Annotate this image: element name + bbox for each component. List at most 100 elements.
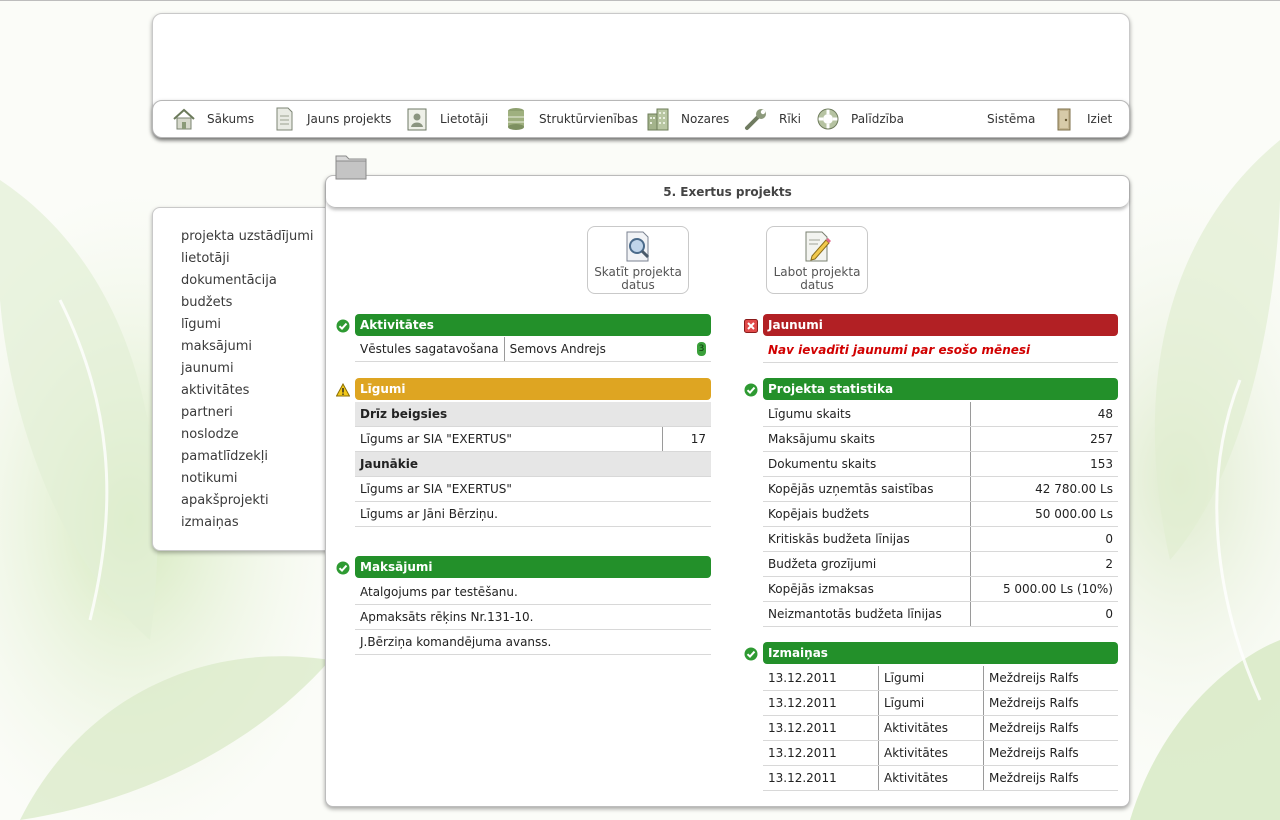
project-sidebar: projekta uzstādījumi lietotāji dokumentā… (152, 207, 344, 551)
activity-user: Semovs Andrejs (504, 337, 687, 362)
stat-label: Kritiskās budžeta līnijas (763, 526, 971, 552)
contracts-soon-label: Drīz beigsies (355, 402, 711, 427)
check-icon (744, 383, 758, 397)
change-date: 13.12.2011 (763, 740, 879, 766)
stat-value: 2 (970, 551, 1118, 577)
project-main-panel: 5. Exertus projekts Skatīt projekta datu… (325, 175, 1130, 807)
nav-sectors[interactable]: Nozares (645, 101, 729, 137)
payment-name: Atalgojums par testēšanu. (355, 580, 711, 605)
nav-users-label: Lietotāji (440, 112, 489, 126)
main-nav: Sākums Jauns projekts Lietotāji Struktūr… (152, 100, 1130, 138)
magnifier-document-icon (621, 230, 655, 264)
nav-sectors-label: Nozares (681, 112, 730, 126)
sidebar-item-documentation[interactable]: dokumentācija (181, 272, 314, 294)
nav-home-label: Sākums (207, 112, 255, 126)
table-row[interactable]: Līgums ar SIA "EXERTUS" (355, 476, 711, 502)
nav-new-project-label: Jauns projekts (307, 112, 392, 126)
change-type: Aktivitātes (878, 740, 984, 766)
table-row[interactable]: Apmaksāts rēķins Nr.131-10. (355, 604, 711, 630)
table-row[interactable]: Līgums ar SIA "EXERTUS" 17 (355, 426, 711, 452)
view-project-button[interactable]: Skatīt projekta datus (587, 226, 689, 294)
nav-home[interactable]: Sākums (171, 101, 254, 137)
sidebar-item-news[interactable]: jaunumi (181, 360, 314, 382)
wrench-icon (743, 106, 769, 132)
change-date: 13.12.2011 (763, 715, 879, 741)
payments-table: Atalgojums par testēšanu. Apmaksāts rēķi… (355, 580, 711, 655)
user-card-icon (404, 106, 430, 132)
nav-system[interactable]: Sistēma (987, 101, 1035, 137)
contract-name: Līgums ar SIA "EXERTUS" (355, 426, 663, 452)
table-row: Kopējais budžets 50 000.00 Ls (763, 501, 1118, 527)
table-row: Kritiskās budžeta līnijas 0 (763, 526, 1118, 552)
nav-system-label: Sistēma (987, 112, 1036, 126)
stat-value: 42 780.00 Ls (970, 476, 1118, 502)
table-row[interactable]: 13.12.2011 Aktivitātes Meždreijs Ralfs (763, 765, 1118, 791)
change-user: Meždreijs Ralfs (983, 740, 1118, 766)
contracts-newest-heading: Jaunākie (355, 451, 711, 477)
stat-label: Kopējās izmaksas (763, 576, 971, 602)
sidebar-item-subprojects[interactable]: apakšprojekti (181, 492, 314, 514)
top-border-line (0, 0, 1280, 1)
contract-days: 17 (662, 426, 711, 452)
folder-icon (335, 152, 367, 180)
activities-header[interactable]: Aktivitātes (355, 314, 711, 336)
table-row[interactable]: 13.12.2011 Aktivitātes Meždreijs Ralfs (763, 740, 1118, 766)
sidebar-item-budget[interactable]: budžets (181, 294, 314, 316)
nav-departments-label: Struktūrvienības (539, 112, 639, 126)
nav-departments[interactable]: Struktūrvienības (503, 101, 638, 137)
contracts-table: Drīz beigsies Līgums ar SIA "EXERTUS" 17… (355, 402, 711, 527)
contract-name: Līgums ar SIA "EXERTUS" (355, 476, 711, 502)
nav-help[interactable]: Palīdzība (815, 101, 904, 137)
door-icon (1051, 106, 1077, 132)
table-row[interactable]: Līgums ar Jāni Bērziņu. (355, 501, 711, 527)
sidebar-item-assets[interactable]: pamatlīdzekļi (181, 448, 314, 470)
change-date: 13.12.2011 (763, 765, 879, 791)
change-type: Līgumi (878, 690, 984, 716)
payments-header[interactable]: Maksājumi (355, 556, 711, 578)
sidebar-item-contracts[interactable]: līgumi (181, 316, 314, 338)
sidebar-item-changes[interactable]: izmaiņas (181, 514, 314, 536)
error-icon (744, 319, 758, 333)
stat-label: Dokumentu skaits (763, 451, 971, 477)
table-row[interactable]: 13.12.2011 Aktivitātes Meždreijs Ralfs (763, 715, 1118, 741)
document-icon (271, 106, 297, 132)
sidebar-item-payments[interactable]: maksājumi (181, 338, 314, 360)
check-icon (336, 319, 350, 333)
sidebar-item-workload[interactable]: noslodze (181, 426, 314, 448)
table-row[interactable]: Vēstules sagatavošana Semovs Andrejs 3 (355, 337, 711, 362)
activity-count-badge: 3 (697, 342, 706, 357)
nav-help-label: Palīdzība (851, 112, 904, 126)
table-row[interactable]: 13.12.2011 Līgumi Meždreijs Ralfs (763, 666, 1118, 691)
nav-users[interactable]: Lietotāji (404, 101, 488, 137)
table-row: Līgumu skaits 48 (763, 402, 1118, 427)
table-row: Dokumentu skaits 153 (763, 451, 1118, 477)
edit-project-button[interactable]: Labot projekta datus (766, 226, 868, 294)
table-row[interactable]: Atalgojums par testēšanu. (355, 580, 711, 605)
nav-tools[interactable]: Rīki (743, 101, 801, 137)
sidebar-item-activities[interactable]: aktivitātes (181, 382, 314, 404)
sidebar-item-users[interactable]: lietotāji (181, 250, 314, 272)
stat-value: 50 000.00 Ls (970, 501, 1118, 527)
table-row: Kopējās uzņemtās saistības 42 780.00 Ls (763, 476, 1118, 502)
nav-new-project[interactable]: Jauns projekts (271, 101, 391, 137)
contracts-header[interactable]: Līgumi (355, 378, 711, 400)
table-row[interactable]: 13.12.2011 Līgumi Meždreijs Ralfs (763, 690, 1118, 716)
sidebar-item-partners[interactable]: partneri (181, 404, 314, 426)
lifebuoy-icon (815, 106, 841, 132)
statistics-header[interactable]: Projekta statistika (763, 378, 1118, 400)
change-type: Aktivitātes (878, 765, 984, 791)
edit-project-label: Labot projekta datus (773, 265, 861, 292)
stat-value: 0 (970, 601, 1118, 627)
contracts-soon-heading: Drīz beigsies (355, 402, 711, 427)
nav-logout[interactable]: Iziet (1051, 101, 1112, 137)
sidebar-item-settings[interactable]: projekta uzstādījumi (181, 228, 314, 250)
news-header[interactable]: Jaunumi (763, 314, 1118, 336)
table-row: Maksājumu skaits 257 (763, 426, 1118, 452)
table-row[interactable]: J.Bērziņa komandējuma avanss. (355, 629, 711, 655)
changes-header[interactable]: Izmaiņas (763, 642, 1118, 664)
nav-logout-label: Iziet (1087, 112, 1113, 126)
stat-label: Budžeta grozījumi (763, 551, 971, 577)
contracts-newest-label: Jaunākie (355, 451, 711, 477)
sidebar-item-events[interactable]: notikumi (181, 470, 314, 492)
stat-value: 257 (970, 426, 1118, 452)
